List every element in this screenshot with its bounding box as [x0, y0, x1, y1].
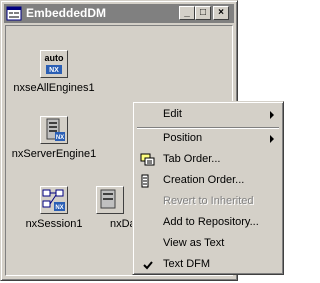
menu-item-revert-to-inherited[interactable]: Revert to Inherited	[136, 192, 280, 211]
window-title: EmbeddedDM	[26, 6, 107, 20]
maximize-button[interactable]: □	[195, 6, 211, 20]
menu-item-creation-order[interactable]: Creation Order...	[136, 171, 280, 190]
minimize-button[interactable]: _	[179, 6, 195, 20]
nx-session-icon: NX	[40, 186, 68, 214]
component-nx-server-engine[interactable]: NX nxServerEngine1	[6, 116, 102, 160]
component-label: nxseAllEngines1	[13, 82, 95, 94]
close-button[interactable]: ×	[213, 6, 229, 20]
checkmark-icon	[143, 261, 153, 270]
title-bar[interactable]: EmbeddedDM _ □ ×	[4, 4, 234, 23]
menu-item-text-dfm[interactable]: Text DFM	[136, 255, 280, 274]
menu-item-view-as-text[interactable]: View as Text	[136, 234, 280, 253]
submenu-arrow-icon	[270, 135, 274, 143]
svg-text:NX: NX	[56, 135, 64, 141]
component-nxse-all-engines[interactable]: auto NX nxseAllEngines1	[6, 50, 102, 94]
nxse-all-engines-icon: auto NX	[40, 50, 68, 78]
menu-item-add-to-repository[interactable]: Add to Repository...	[136, 213, 280, 232]
form-icon	[6, 6, 22, 21]
nx-database-icon	[96, 186, 124, 214]
svg-text:NX: NX	[55, 205, 63, 211]
tab-order-icon	[140, 153, 155, 166]
context-menu: Edit Position Tab Order... Creation Orde…	[132, 101, 284, 275]
submenu-arrow-icon	[270, 111, 274, 119]
menu-item-edit[interactable]: Edit	[136, 105, 280, 124]
menu-item-position[interactable]: Position	[136, 129, 280, 148]
nx-server-engine-icon: NX	[40, 116, 68, 144]
auto-badge-text: auto	[45, 53, 65, 63]
component-label: nxServerEngine1	[11, 148, 97, 160]
svg-text:NX: NX	[49, 67, 59, 74]
menu-item-tab-order[interactable]: Tab Order...	[136, 150, 280, 169]
creation-order-icon	[141, 174, 149, 188]
